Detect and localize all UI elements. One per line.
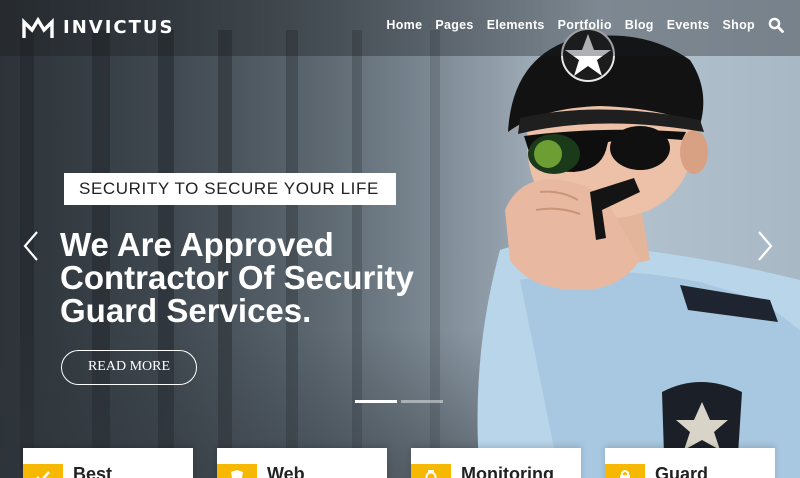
nav-events[interactable]: Events — [667, 18, 710, 32]
camera-icon — [425, 470, 437, 478]
nav-pages[interactable]: Pages — [435, 18, 473, 32]
card-icon-box — [411, 464, 451, 478]
nav-elements[interactable]: Elements — [487, 18, 545, 32]
nav-portfolio[interactable]: Portfolio — [558, 18, 612, 32]
feature-card-guard[interactable]: Guard — [605, 448, 775, 478]
card-title: Web — [267, 464, 305, 478]
logo-mark-icon — [22, 16, 54, 38]
shield-icon — [231, 470, 243, 478]
headline-line: Guard Services. — [60, 292, 312, 329]
read-more-button[interactable]: READ MORE — [61, 350, 197, 385]
headline-line: We Are Approved — [60, 226, 334, 263]
card-icon-box — [605, 464, 645, 478]
brand-name: INVICTUS — [63, 17, 175, 38]
feature-card-monitoring[interactable]: Monitoring — [411, 448, 581, 478]
slide-headline: We Are Approved Contractor Of Security G… — [60, 228, 480, 327]
card-icon-box — [23, 464, 63, 478]
search-icon[interactable] — [768, 17, 784, 33]
nav-blog[interactable]: Blog — [625, 18, 654, 32]
nav-home[interactable]: Home — [386, 18, 422, 32]
feature-card-web[interactable]: Web — [217, 448, 387, 478]
main-nav: Home Pages Elements Portfolio Blog Event… — [373, 17, 784, 33]
slide-dot-1[interactable] — [355, 400, 397, 403]
lock-icon — [620, 470, 630, 478]
card-title: Best — [73, 464, 113, 478]
headline-line: Contractor Of Security — [60, 259, 414, 296]
brand-logo[interactable]: INVICTUS — [22, 14, 174, 42]
nav-shop[interactable]: Shop — [723, 18, 755, 32]
top-navbar: INVICTUS Home Pages Elements Portfolio B… — [0, 0, 800, 56]
slide-pagination — [355, 400, 447, 403]
check-icon — [36, 471, 50, 478]
card-icon-box — [217, 464, 257, 478]
slide-tagline: SECURITY TO SECURE YOUR LIFE — [64, 173, 396, 205]
feature-card-best[interactable]: Best — [23, 448, 193, 478]
slide-dot-2[interactable] — [401, 400, 443, 403]
next-slide-arrow-icon[interactable] — [754, 228, 776, 264]
card-title: Guard — [655, 464, 709, 478]
prev-slide-arrow-icon[interactable] — [20, 228, 42, 264]
card-title: Monitoring — [461, 464, 554, 478]
